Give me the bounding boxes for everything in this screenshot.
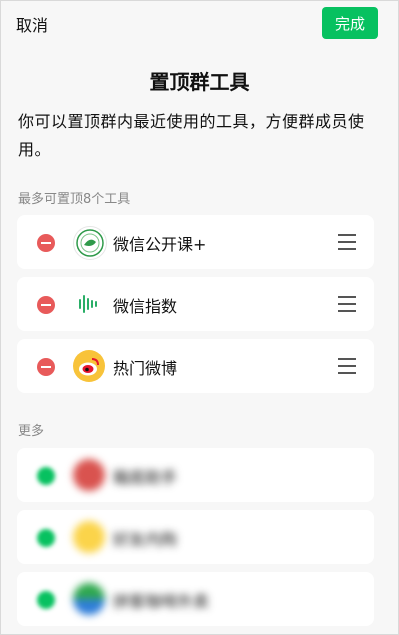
wechat-open-class-icon: [73, 226, 107, 260]
remove-tool-button[interactable]: [37, 358, 55, 376]
top-bar: 取消 完成: [0, 0, 399, 48]
more-tool-item: 拼客咖啡外卖: [17, 572, 374, 626]
more-section-label: 更多: [18, 424, 45, 439]
drag-handle-icon[interactable]: [338, 234, 356, 250]
green-blue-app-icon: [73, 583, 105, 615]
weibo-icon: [73, 350, 105, 382]
add-tool-button[interactable]: [37, 467, 55, 485]
red-circle-app-icon: [73, 459, 105, 491]
remove-tool-button[interactable]: [37, 234, 55, 252]
tool-name: 箱底助手: [113, 468, 178, 487]
add-tool-button[interactable]: [37, 529, 55, 547]
page-description: 你可以置顶群内最近使用的工具，方便群成员使用。: [18, 112, 365, 159]
tool-name: 好友内购: [113, 530, 178, 549]
pinned-section-label: 最多可置顶8个工具: [18, 192, 131, 207]
remove-tool-button[interactable]: [37, 296, 55, 314]
pinned-tool-item: 热门微博: [17, 339, 374, 393]
tool-name: 微信指数: [113, 297, 178, 316]
more-tool-item: 箱底助手: [17, 448, 374, 502]
more-tool-item: 好友内购: [17, 510, 374, 564]
drag-handle-icon[interactable]: [338, 358, 356, 374]
page-title: 置顶群工具: [149, 70, 250, 94]
tool-name: 微信公开课+: [113, 235, 207, 254]
cancel-button[interactable]: 取消: [16, 12, 48, 36]
done-button[interactable]: 完成: [322, 7, 378, 39]
tool-name: 拼客咖啡外卖: [113, 592, 210, 611]
pinned-tool-item: 微信公开课+: [17, 215, 374, 269]
wechat-index-icon: [73, 288, 105, 320]
pinned-tool-item: 微信指数: [17, 277, 374, 331]
add-tool-button[interactable]: [37, 591, 55, 609]
drag-handle-icon[interactable]: [338, 296, 356, 312]
yellow-bag-app-icon: [73, 521, 105, 553]
tool-name: 热门微博: [113, 359, 178, 378]
